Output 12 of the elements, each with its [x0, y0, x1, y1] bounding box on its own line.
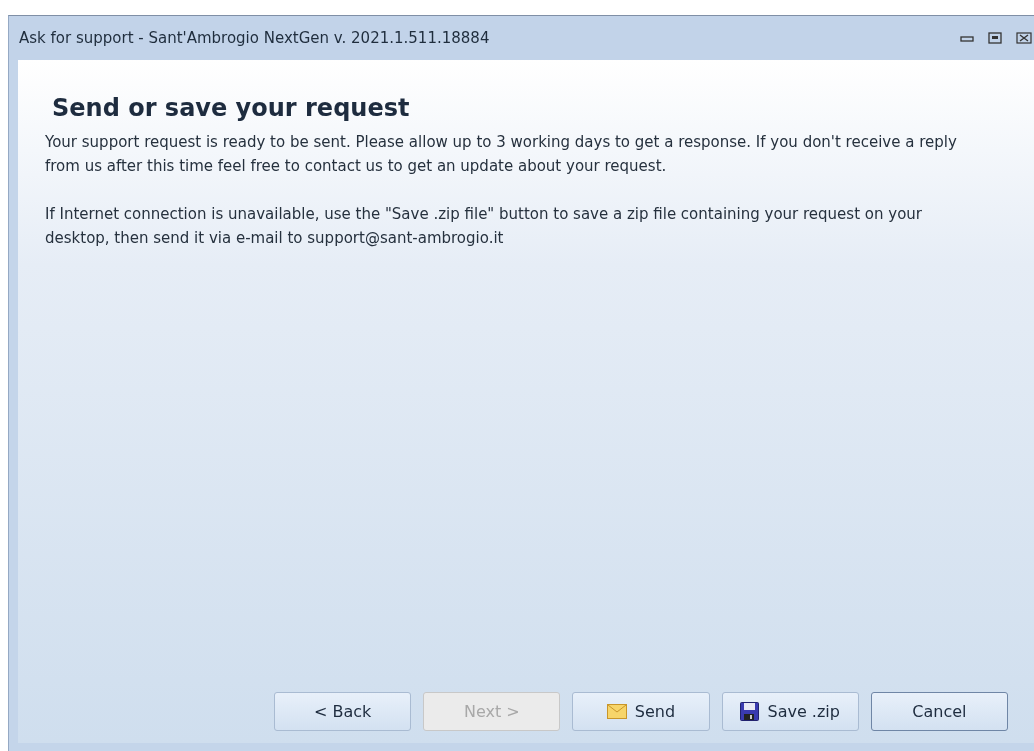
minimize-icon[interactable] — [960, 33, 974, 43]
wizard-button[interactable]: < Back — [274, 692, 412, 731]
wizard-button[interactable]: Cancel — [870, 692, 1008, 731]
save-button[interactable]: Save .zip — [721, 692, 859, 731]
window-title: Ask for support - Sant'Ambrogio NextGen v. 2021.1.511.18884 — [19, 29, 490, 47]
info-paragraph: If Internet connection is unavailable, use the "Save .zip file" button to save a zip file containing your request on your desktop, then send it via e-mail to support@sant-ambrogio.it — [45, 204, 923, 249]
send-button[interactable]: Send — [572, 692, 710, 731]
page-heading: Send or save your request — [52, 94, 411, 122]
maximize-icon[interactable] — [988, 32, 1002, 44]
envelope-icon — [606, 704, 627, 719]
info-paragraph: Your support request is ready to be sent. Please allow up to 3 working days to get a response. If you don't receive a reply from us after this time feel free to contact us to get an update about your request. — [45, 132, 958, 177]
close-icon[interactable] — [1016, 32, 1032, 44]
